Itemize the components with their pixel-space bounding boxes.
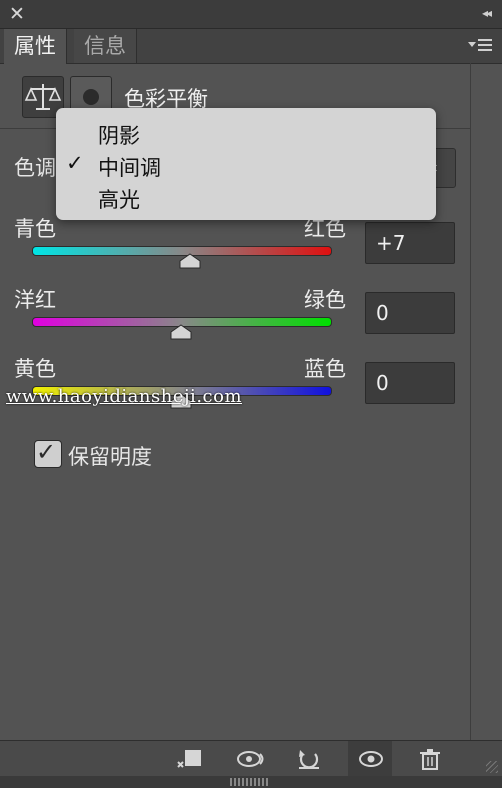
watermark-text: www.haoyidiansheji.com — [6, 386, 243, 407]
panel-tab-bar: 属性 信息 — [0, 29, 502, 64]
checkmark-icon: ✓ — [66, 151, 84, 175]
tone-label: 色调 — [14, 156, 56, 180]
cyan-label: 青色 — [14, 217, 56, 241]
tab-info[interactable]: 信息 — [74, 29, 137, 63]
trash-icon[interactable] — [408, 741, 452, 777]
tab-properties[interactable]: 属性 — [4, 29, 67, 64]
bottom-toolbar — [0, 740, 502, 777]
green-label: 绿色 — [304, 288, 346, 312]
magenta-label: 洋红 — [14, 288, 56, 312]
blue-label: 蓝色 — [304, 357, 346, 381]
reset-icon[interactable] — [286, 741, 330, 777]
panel-menu-icon[interactable] — [468, 37, 492, 55]
menu-item-midtones[interactable]: 中间调 — [98, 152, 161, 182]
menu-item-highlights[interactable]: 高光 — [98, 184, 140, 214]
cyan-red-value-input[interactable]: +7 — [365, 222, 455, 264]
resize-grip[interactable] — [486, 761, 498, 773]
preserve-luminosity-label: 保留明度 — [68, 445, 152, 469]
preserve-luminosity-checkbox[interactable]: ✓ — [34, 438, 62, 468]
close-icon[interactable]: ✕ — [9, 3, 25, 25]
yellow-blue-value-input[interactable]: 0 — [365, 362, 455, 404]
visibility-eye-icon[interactable] — [348, 741, 392, 777]
magenta-green-value-input[interactable]: 0 — [365, 292, 455, 334]
view-previous-state-icon[interactable] — [226, 741, 270, 777]
magenta-green-slider-thumb[interactable] — [170, 324, 192, 340]
panel-top-bar: ✕ ◂◂ — [0, 0, 502, 29]
collapse-panel-icon[interactable]: ◂◂ — [482, 6, 492, 20]
tone-dropdown-menu: 阴影 ✓ 中间调 高光 — [56, 108, 436, 220]
cyan-red-slider-thumb[interactable] — [179, 253, 201, 269]
menu-item-shadows[interactable]: 阴影 — [98, 120, 140, 150]
checkmark-icon: ✓ — [36, 438, 57, 466]
panel-resize-handle[interactable] — [0, 776, 502, 788]
scrollbar-track[interactable] — [470, 63, 471, 740]
yellow-label: 黄色 — [14, 357, 56, 381]
clip-to-layer-icon[interactable] — [166, 741, 210, 777]
